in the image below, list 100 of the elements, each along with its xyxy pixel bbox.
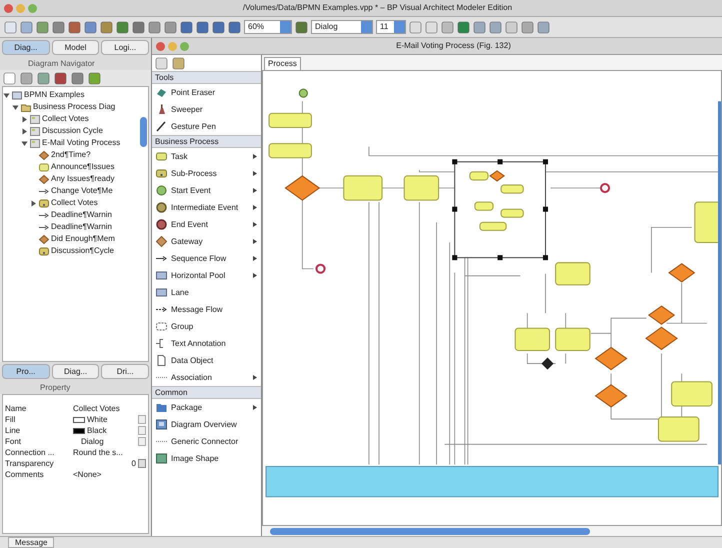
dashed-arrow-icon [156,304,167,315]
diagram-tab[interactable]: Process [264,57,301,70]
tree-item[interactable]: Deadline¶Warnin [51,223,112,231]
palette-item-label: Message Flow [171,306,224,314]
submenu-arrow-icon[interactable] [253,171,257,176]
collapsed-triangle-icon[interactable] [30,200,37,206]
palette-item[interactable]: Intermediate Event [152,199,261,216]
tree-item[interactable]: Collect Votes [42,115,89,123]
palette-item[interactable]: Lane [152,284,261,301]
property-value[interactable]: Dialog [81,438,136,446]
palette-item[interactable]: Sweeper [152,101,261,118]
panel-tab[interactable]: Pro... [2,364,50,379]
diamond-icon [39,234,49,244]
expanded-triangle-icon[interactable] [3,92,10,98]
window-title: /Volumes/Data/BPMN Examples.vpp * – BP Visual Architect Modeler Edition [242,4,514,12]
palette-item[interactable]: Sub-Process [152,165,261,182]
palette-item[interactable]: Association [152,369,261,386]
submenu-arrow-icon[interactable] [253,154,257,159]
task-icon [156,151,167,162]
palette-item[interactable]: Data Object [152,352,261,369]
window-controls[interactable] [4,4,37,12]
task-icon [39,162,49,172]
tree-item[interactable]: Announce¶Issues [51,163,114,171]
panel-tab[interactable]: Logi... [101,40,150,55]
tree-item[interactable]: 2nd¶Time? [51,151,91,159]
palette-item-label: Diagram Overview [171,420,238,428]
palette-item[interactable]: Diagram Overview [152,416,261,433]
submenu-arrow-icon[interactable] [253,239,257,244]
font-field[interactable]: Dialog [311,20,373,34]
image-icon [156,453,167,464]
palette-item-label: Horizontal Pool [171,272,226,280]
tree-item[interactable]: Discussion Cycle [42,127,103,135]
palette-section-header[interactable]: Business Process [152,135,261,148]
zoom-field[interactable]: 60% [244,20,292,34]
property-name: Line [5,426,22,434]
tree-item[interactable]: BPMN Examples [24,91,84,99]
tree-item[interactable]: Collect Votes [51,199,98,207]
submenu-arrow-icon[interactable] [253,273,257,278]
spinner-button[interactable] [138,459,146,468]
palette-item[interactable]: Message Flow [152,301,261,318]
pool-icon [156,270,167,281]
overview-icon [156,419,167,430]
palette-item[interactable]: Gateway [152,233,261,250]
palette-item[interactable]: Point Eraser [152,84,261,101]
panel-tab[interactable]: Diag... [2,40,50,55]
panel-tab[interactable]: Dri... [101,364,150,379]
palette-item-label: Point Eraser [171,88,216,96]
subprocess-icon [39,198,49,208]
diagram-icon [30,138,40,148]
expanded-triangle-icon[interactable] [12,104,19,110]
property-value[interactable]: Black [87,426,136,434]
horizontal-scrollbar-thumb[interactable] [270,528,590,534]
property-value[interactable]: <None> [73,470,146,478]
property-value[interactable]: Round the s... [73,448,146,456]
palette-item[interactable]: Image Shape [152,450,261,467]
property-value[interactable]: Collect Votes [73,404,146,412]
palette-item[interactable]: Package [152,399,261,416]
palette-item[interactable]: Generic Connector [152,433,261,450]
scrollbar-thumb[interactable] [140,117,147,147]
property-value[interactable]: White [87,416,136,424]
submenu-arrow-icon[interactable] [253,205,257,210]
palette-item[interactable]: Gesture Pen [152,118,261,135]
arrow-icon [39,222,49,232]
arrow-icon [39,210,49,220]
palette-item-label: Text Annotation [171,340,227,348]
palette-section-header[interactable]: Tools [152,71,261,84]
palette-item[interactable]: End Event [152,216,261,233]
project-icon [12,90,22,100]
tree-item[interactable]: Deadline¶Warnin [51,211,112,219]
palette-item[interactable]: Task [152,148,261,165]
tree-item[interactable]: Did Enough¶Mem [51,235,115,243]
submenu-arrow-icon[interactable] [253,222,257,227]
submenu-arrow-icon[interactable] [253,405,257,410]
palette-item-label: Generic Connector [171,438,240,446]
palette-section-header[interactable]: Common [152,386,261,399]
panel-tab[interactable]: Model [52,40,100,55]
folder-icon [21,102,31,112]
submenu-arrow-icon[interactable] [253,188,257,193]
tree-item[interactable]: Business Process Diag [33,103,116,111]
tree-item[interactable]: E-Mail Voting Process [42,139,120,147]
submenu-arrow-icon[interactable] [253,375,257,380]
tree-item[interactable]: Any Issues¶ready [51,175,114,183]
palette-item[interactable]: Start Event [152,182,261,199]
tree-item[interactable]: Discussion¶Cycle [51,247,114,255]
expanded-triangle-icon[interactable] [21,140,28,146]
subprocess-icon [39,246,49,256]
tree-item[interactable]: Change Vote¶Me [51,187,113,195]
collapsed-triangle-icon[interactable] [21,128,28,134]
collapsed-triangle-icon[interactable] [21,116,28,122]
palette-item[interactable]: Text Annotation [152,335,261,352]
diagram-window-controls[interactable] [156,42,189,50]
panel-tab[interactable]: Diag... [52,364,100,379]
broom-icon [156,104,167,115]
message-tab[interactable]: Message [8,537,54,548]
palette-item[interactable]: Horizontal Pool [152,267,261,284]
palette-item[interactable]: Group [152,318,261,335]
property-value[interactable]: 0 [73,460,136,468]
font-size-field[interactable]: 11 [376,20,406,34]
submenu-arrow-icon[interactable] [253,256,257,261]
palette-item[interactable]: Sequence Flow [152,250,261,267]
